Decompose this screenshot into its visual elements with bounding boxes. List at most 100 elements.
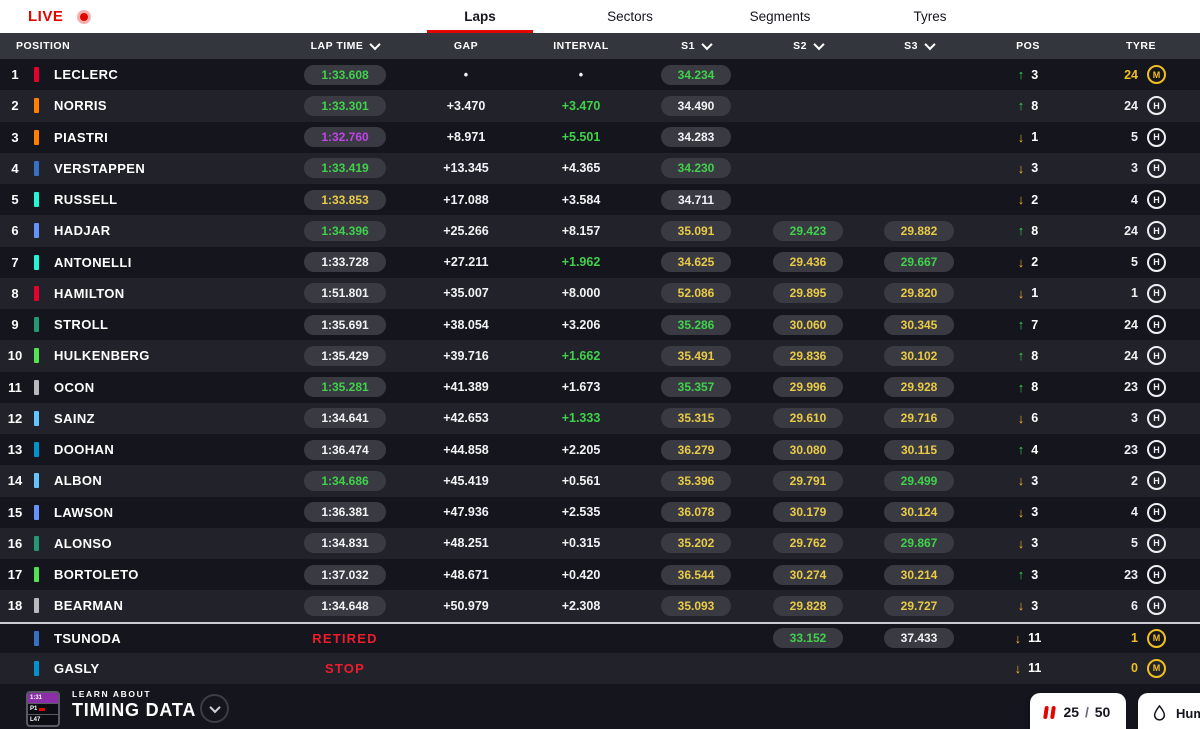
table-row[interactable]: 10 HULKENBERG 1:35.429 +39.716 +1.662 35… — [0, 340, 1200, 372]
position-change-arrow-icon: ↑ — [1017, 98, 1025, 114]
driver-name: RUSSELL — [54, 192, 118, 208]
lap-time-cell: 1:33.301 — [280, 95, 410, 116]
tyre-compound-icon: H — [1147, 96, 1166, 116]
sector2-cell: 29.762 — [752, 533, 864, 554]
sector3-cell: 29.820 — [864, 283, 974, 304]
sector2-cell: 30.179 — [752, 502, 864, 523]
tab-laps[interactable]: Laps — [405, 0, 555, 33]
position-number: 11 — [8, 379, 22, 395]
gap-cell: +25.266 — [410, 224, 522, 238]
table-row[interactable]: 15 LAWSON 1:36.381 +47.936 +2.535 36.078… — [0, 496, 1200, 528]
position-change-arrow-icon: ↓ — [1014, 630, 1022, 646]
interval-cell: +3.584 — [522, 193, 640, 207]
table-row[interactable]: 4 VERSTAPPEN 1:33.419 +13.345 +4.365 34.… — [0, 152, 1200, 184]
driver-name: ANTONELLI — [54, 254, 132, 270]
position-change-arrow-icon: ↑ — [1017, 348, 1025, 364]
tab-tyres[interactable]: Tyres — [855, 0, 1005, 33]
table-row[interactable]: 13 DOOHAN 1:36.474 +44.858 +2.205 36.279… — [0, 434, 1200, 466]
table-row[interactable]: 16 ALONSO 1:34.831 +48.251 +0.315 35.202… — [0, 527, 1200, 559]
position-change-arrow-icon: ↓ — [1017, 254, 1025, 270]
table-row[interactable]: 17 BORTOLETO 1:37.032 +48.671 +0.420 36.… — [0, 559, 1200, 591]
sector3-cell: 29.499 — [864, 470, 974, 491]
tyre-info: 5 H — [1082, 252, 1200, 272]
table-row[interactable]: 14 ALBON 1:34.686 +45.419 +0.561 35.396 … — [0, 465, 1200, 497]
table-row[interactable]: 9 STROLL 1:35.691 +38.054 +3.206 35.286 … — [0, 309, 1200, 341]
interval-cell: +1.333 — [522, 411, 640, 425]
humidity-label: Humidity — [1176, 705, 1200, 721]
humidity-card[interactable]: Humidity — [1138, 693, 1200, 729]
driver-name: ALBON — [54, 473, 103, 489]
sector2-value: 30.274 — [773, 564, 843, 585]
lap-time-cell: 1:34.831 — [280, 533, 410, 554]
table-row[interactable]: 6 HADJAR 1:34.396 +25.266 +8.157 35.091 … — [0, 215, 1200, 247]
tyre-lap-count: 3 — [1131, 161, 1138, 176]
timing-data-title: TIMING DATA — [72, 700, 197, 720]
table-row[interactable]: GASLY STOP ↓ 11 0 M — [0, 652, 1200, 684]
gap-cell: • — [410, 68, 522, 82]
interval-value: +0.315 — [561, 536, 601, 551]
table-row[interactable]: TSUNODA RETIRED 33.152 37.433 ↓ 11 1 M — [0, 621, 1200, 653]
gap-cell: +8.971 — [410, 130, 522, 144]
column-header-s1[interactable]: S1 — [640, 38, 752, 52]
position-change-arrow-icon: ↓ — [1017, 504, 1025, 520]
interval-cell: +5.501 — [522, 130, 640, 144]
tab-segments[interactable]: Segments — [705, 0, 855, 33]
tyre-info: 0 M — [1082, 658, 1200, 678]
lap-time-value: 1:34.648 — [304, 595, 386, 616]
table-row[interactable]: 11 OCON 1:35.281 +41.389 +1.673 35.357 2… — [0, 371, 1200, 403]
position-number: 5 — [11, 192, 19, 208]
logo-line: P1 — [28, 703, 58, 714]
tyre-compound-icon: H — [1147, 408, 1166, 428]
driver-name: LAWSON — [54, 504, 114, 520]
position-number: 13 — [7, 442, 23, 458]
gap-cell: +41.389 — [410, 380, 522, 394]
table-row[interactable]: 2 NORRIS 1:33.301 +3.470 +3.470 34.490 ↑… — [0, 90, 1200, 122]
table-row[interactable]: 1 LECLERC 1:33.608 • • 34.234 ↑ 3 24 M — [0, 59, 1200, 91]
sector3-value: 29.716 — [884, 408, 954, 429]
position-change-value: 8 — [1031, 98, 1039, 113]
gap-cell: +47.936 — [410, 505, 522, 519]
team-color-bar — [34, 98, 39, 114]
lap-time-value: STOP — [325, 660, 365, 676]
lap-counter-card[interactable]: 25 / 50 — [1030, 693, 1126, 729]
column-header-s2[interactable]: S2 — [752, 38, 864, 52]
interval-cell: +1.962 — [522, 255, 640, 269]
column-header-lap-time[interactable]: LAP TIME — [280, 38, 410, 52]
position-number: 2 — [11, 98, 19, 114]
tab-sectors[interactable]: Sectors — [555, 0, 705, 33]
table-row[interactable]: 8 HAMILTON 1:51.801 +35.007 +8.000 52.08… — [0, 277, 1200, 309]
sector1-value: 35.091 — [661, 220, 731, 241]
tyre-compound-icon: H — [1147, 252, 1166, 272]
table-row[interactable]: 3 PIASTRI 1:32.760 +8.971 +5.501 34.283 … — [0, 121, 1200, 153]
table-row[interactable]: 7 ANTONELLI 1:33.728 +27.211 +1.962 34.6… — [0, 246, 1200, 278]
lap-time-value: 1:33.301 — [304, 95, 386, 116]
tyre-lap-count: 4 — [1131, 192, 1138, 207]
lap-time-cell: 1:33.419 — [280, 158, 410, 179]
table-row[interactable]: 5 RUSSELL 1:33.853 +17.088 +3.584 34.711… — [0, 184, 1200, 216]
tyre-compound-icon: H — [1147, 502, 1166, 522]
sector2-value: 30.179 — [773, 502, 843, 523]
expand-info-button[interactable] — [200, 694, 229, 723]
tyre-info: 24 H — [1082, 346, 1200, 366]
sector2-value: 33.152 — [773, 628, 843, 649]
position-change: ↓ 11 — [974, 661, 1082, 675]
sector3-value: 30.345 — [884, 314, 954, 335]
tyre-info: 4 H — [1082, 502, 1200, 522]
tyre-compound-icon: H — [1147, 158, 1166, 178]
gap-value: +48.251 — [443, 536, 489, 551]
table-row[interactable]: 18 BEARMAN 1:34.648 +50.979 +2.308 35.09… — [0, 590, 1200, 622]
gap-value: +25.266 — [443, 223, 489, 238]
position-change-arrow-icon: ↓ — [1017, 160, 1025, 176]
position-number: 12 — [7, 410, 23, 426]
position-change-value: 3 — [1031, 67, 1039, 82]
position-change-arrow-icon: ↓ — [1017, 285, 1025, 301]
lap-time-value: 1:35.429 — [304, 345, 386, 366]
team-color-bar — [34, 348, 39, 364]
column-header-s3[interactable]: S3 — [864, 38, 974, 52]
interval-value: +0.561 — [561, 473, 601, 488]
gap-cell: +3.470 — [410, 99, 522, 113]
gap-value: +45.419 — [443, 473, 489, 488]
table-row[interactable]: 12 SAINZ 1:34.641 +42.653 +1.333 35.315 … — [0, 402, 1200, 434]
position-change-value: 11 — [1028, 661, 1042, 676]
driver-name: LECLERC — [54, 67, 119, 83]
